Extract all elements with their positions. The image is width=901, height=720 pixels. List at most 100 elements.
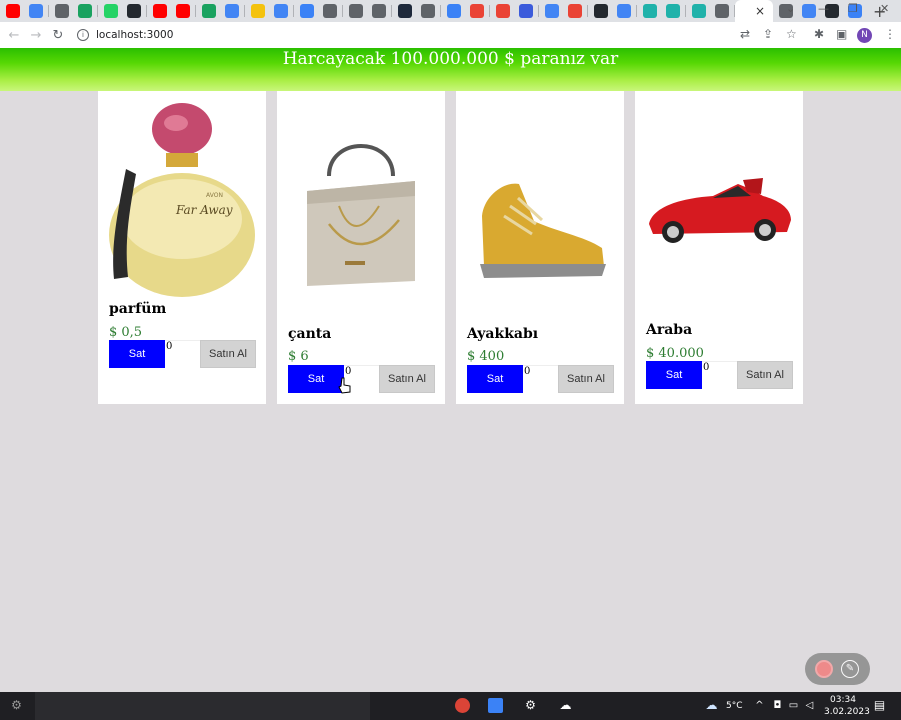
- browser-tab-favicon[interactable]: [323, 4, 337, 18]
- quantity-input[interactable]: 0: [702, 361, 737, 388]
- cloud-icon[interactable]: ☁: [558, 698, 573, 713]
- url-field[interactable]: i localhost:3000: [77, 29, 173, 41]
- network-icon[interactable]: ▭: [786, 698, 801, 713]
- record-icon[interactable]: [815, 660, 833, 678]
- chevron-up-icon[interactable]: ^: [752, 698, 767, 713]
- budget-banner: Harcayacak 100.000.000 $ paranız var: [0, 48, 901, 91]
- handbag-image: [307, 144, 415, 286]
- product-name: çanta: [288, 326, 332, 342]
- reload-icon[interactable]: ↻: [47, 28, 69, 43]
- sell-button[interactable]: Sat: [646, 361, 702, 389]
- tab-separator: [636, 5, 637, 17]
- browser-tab-strip: × +: [0, 0, 901, 22]
- buy-button[interactable]: Satın Al: [558, 365, 614, 393]
- browser-tab-favicon[interactable]: [666, 4, 680, 18]
- browser-tab-favicon[interactable]: [176, 4, 190, 18]
- browser-tab-favicon[interactable]: [251, 4, 265, 18]
- browser-tab-favicon[interactable]: [594, 4, 608, 18]
- product-price: $ 6: [288, 349, 309, 364]
- settings-gear-icon[interactable]: ⚙: [9, 698, 24, 713]
- browser-tab-favicon[interactable]: [300, 4, 314, 18]
- shoe-image: [480, 183, 606, 278]
- pen-icon[interactable]: ✎: [841, 660, 859, 678]
- taskbar-search-box[interactable]: [35, 692, 370, 720]
- clock-date[interactable]: 3.02.2023: [824, 707, 870, 717]
- share-icon[interactable]: ⇪: [763, 27, 773, 41]
- product-price: $ 0,5: [109, 325, 143, 340]
- browser-tab-favicon[interactable]: [104, 4, 118, 18]
- buy-button[interactable]: Satın Al: [737, 361, 793, 389]
- buy-button[interactable]: Satın Al: [200, 340, 256, 368]
- active-browser-tab[interactable]: ×: [735, 0, 773, 22]
- browser-tab-favicon[interactable]: [55, 4, 69, 18]
- product-name: Ayakkabı: [467, 326, 539, 342]
- back-arrow-icon[interactable]: ←: [3, 28, 25, 43]
- clock-time[interactable]: 03:34: [830, 695, 856, 705]
- settings-icon[interactable]: ⚙: [523, 698, 538, 713]
- chrome-icon[interactable]: [455, 698, 470, 713]
- restore-window-button[interactable]: ❐: [848, 2, 858, 15]
- notification-icon[interactable]: ▤: [872, 698, 887, 713]
- weather-cloud-icon[interactable]: ☁: [704, 698, 719, 713]
- screen-recorder-widget: ✎: [805, 653, 870, 685]
- browser-tab-favicon[interactable]: [225, 4, 239, 18]
- browser-tab-favicon[interactable]: [470, 4, 484, 18]
- forward-arrow-icon[interactable]: →: [25, 28, 47, 43]
- translate-icon[interactable]: ⇄: [740, 27, 750, 41]
- browser-tab-favicon[interactable]: [274, 4, 288, 18]
- product-name: parfüm: [109, 301, 167, 317]
- browser-tab-favicon[interactable]: [349, 4, 363, 18]
- tab-separator: [538, 5, 539, 17]
- tab-separator: [587, 5, 588, 17]
- volume-icon[interactable]: ◁: [802, 698, 817, 713]
- quantity-input[interactable]: 0: [165, 340, 200, 367]
- tab-separator: [48, 5, 49, 17]
- site-info-icon[interactable]: i: [77, 29, 89, 41]
- profile-avatar[interactable]: N: [857, 28, 872, 43]
- browser-tab-favicon[interactable]: [496, 4, 510, 18]
- minimize-window-button[interactable]: —: [818, 2, 829, 15]
- sell-button[interactable]: Sat: [109, 340, 165, 368]
- browser-tab-favicon[interactable]: [802, 4, 816, 18]
- car-image: [649, 178, 791, 243]
- buy-button[interactable]: Satın Al: [379, 365, 435, 393]
- tab-separator: [391, 5, 392, 17]
- browser-tab-favicon[interactable]: [398, 4, 412, 18]
- browser-tab-favicon[interactable]: [447, 4, 461, 18]
- browser-tab-favicon[interactable]: [421, 4, 435, 18]
- browser-tab-favicon[interactable]: [29, 4, 43, 18]
- tab-separator: [685, 5, 686, 17]
- browser-tab-favicon[interactable]: [6, 4, 20, 18]
- browser-tab-favicon[interactable]: [545, 4, 559, 18]
- tab-separator: [244, 5, 245, 17]
- product-card-ayakkabi: Ayakkabı $ 400 Sat 0 Satın Al: [456, 91, 624, 404]
- product-card-araba: Araba $ 40.000 Sat 0 Satın Al: [635, 91, 803, 404]
- browser-tab-favicon[interactable]: [617, 4, 631, 18]
- browser-tab-favicon[interactable]: [692, 4, 706, 18]
- bookmark-star-icon[interactable]: ☆: [786, 27, 797, 41]
- budget-text: Harcayacak 100.000.000 $ paranız var: [282, 49, 619, 69]
- browser-tab-favicon[interactable]: [372, 4, 386, 18]
- browser-tab-favicon[interactable]: [202, 4, 216, 18]
- close-window-button[interactable]: ✕: [880, 2, 889, 15]
- tab-search-icon[interactable]: ⌄: [786, 2, 795, 15]
- tab-separator: [489, 5, 490, 17]
- camera-icon[interactable]: ◘: [770, 698, 785, 713]
- app-icon[interactable]: [488, 698, 503, 713]
- sell-button[interactable]: Sat: [288, 365, 344, 393]
- browser-tab-favicon[interactable]: [519, 4, 533, 18]
- close-tab-icon[interactable]: ×: [755, 4, 765, 18]
- browser-tab-favicon[interactable]: [153, 4, 167, 18]
- address-bar: ← → ↻ i localhost:3000 ⇄ ⇪ ☆ ✱ ▣ ⋮: [0, 22, 901, 49]
- browser-tab-favicon[interactable]: [715, 4, 729, 18]
- url-text[interactable]: localhost:3000: [96, 29, 173, 41]
- sell-button[interactable]: Sat: [467, 365, 523, 393]
- extensions-puzzle-icon[interactable]: ✱: [814, 27, 824, 41]
- browser-tab-favicon[interactable]: [127, 4, 141, 18]
- browser-tab-favicon[interactable]: [78, 4, 92, 18]
- browser-menu-icon[interactable]: ⋮: [884, 27, 896, 41]
- quantity-input[interactable]: 0: [523, 365, 558, 392]
- browser-tab-favicon[interactable]: [643, 4, 657, 18]
- browser-tab-favicon[interactable]: [568, 4, 582, 18]
- side-panel-icon[interactable]: ▣: [836, 27, 847, 41]
